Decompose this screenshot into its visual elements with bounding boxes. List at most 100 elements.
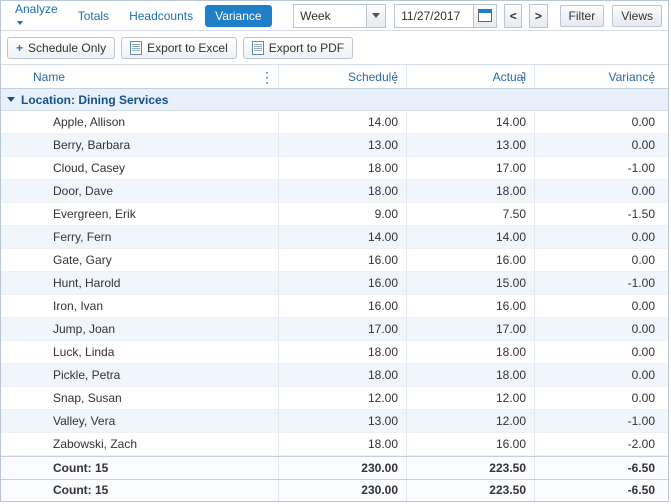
group-label: Location: Dining Services [21,93,168,107]
views-button[interactable]: Views [612,5,662,27]
calendar-button[interactable] [473,5,496,27]
column-menu-icon[interactable]: ⋮ [645,70,659,84]
totals-count: Count: 15 [25,457,279,478]
table-row[interactable]: Pickle, Petra18.0018.000.00 [1,364,668,387]
cell-actual: 13.00 [407,134,535,156]
cell [1,203,25,225]
cell-name: Luck, Linda [25,341,279,363]
table-row[interactable]: Zabowski, Zach18.0016.00-2.00 [1,433,668,456]
analyze-label: Analyze [15,2,58,16]
cell-actual: 17.00 [407,318,535,340]
column-menu-icon[interactable]: ⋮ [516,70,530,84]
cell-variance: 0.00 [535,318,663,340]
tab-headcounts[interactable]: Headcounts [121,5,201,27]
cell-variance: 0.00 [535,364,663,386]
cell [1,387,25,409]
table-row[interactable]: Luck, Linda18.0018.000.00 [1,341,668,364]
cell [1,249,25,271]
date-picker[interactable]: 11/27/2017 [394,4,497,28]
tab-totals[interactable]: Totals [70,5,117,27]
cell-variance: -1.00 [535,272,663,294]
action-toolbar: + Schedule Only Export to Excel Export t… [1,31,668,65]
cell-schedule: 16.00 [279,249,407,271]
plus-icon: + [16,42,23,54]
chevron-down-icon [372,13,380,18]
prev-button[interactable]: < [504,4,522,28]
analyze-dropdown[interactable]: Analyze [7,0,66,34]
export-pdf-label: Export to PDF [269,41,344,55]
next-button[interactable]: > [529,4,547,28]
column-menu-icon[interactable]: ⋮ [260,70,274,84]
table-row[interactable]: Door, Dave18.0018.000.00 [1,180,668,203]
table-row[interactable]: Apple, Allison14.0014.000.00 [1,111,668,134]
export-excel-button[interactable]: Export to Excel [121,37,237,59]
table-row[interactable]: Ferry, Fern14.0014.000.00 [1,226,668,249]
group-totals-row: Count: 15 230.00 223.50 -6.50 [1,456,668,478]
table-row[interactable]: Berry, Barbara13.0013.000.00 [1,134,668,157]
cell-variance: 0.00 [535,180,663,202]
cell [1,272,25,294]
chevron-left-icon: < [510,9,517,23]
table-row[interactable]: Gate, Gary16.0016.000.00 [1,249,668,272]
cell [1,226,25,248]
cell-variance: 0.00 [535,387,663,409]
schedule-only-label: Schedule Only [28,41,106,55]
filter-button[interactable]: Filter [560,5,605,27]
cell-schedule: 12.00 [279,387,407,409]
app-window: Analyze Totals Headcounts Variance Week … [0,0,669,502]
cell-name: Jump, Joan [25,318,279,340]
table-row[interactable]: Valley, Vera13.0012.00-1.00 [1,410,668,433]
table-row[interactable]: Jump, Joan17.0017.000.00 [1,318,668,341]
table-row[interactable]: Iron, Ivan16.0016.000.00 [1,295,668,318]
cell-schedule: 18.00 [279,341,407,363]
chevron-right-icon: > [535,9,542,23]
schedule-only-button[interactable]: + Schedule Only [7,37,115,59]
period-select-button[interactable] [366,5,385,27]
cell [1,410,25,432]
totals-actual: 223.50 [407,457,535,478]
main-toolbar: Analyze Totals Headcounts Variance Week … [1,1,668,31]
document-icon [130,41,142,55]
col-header-variance[interactable]: Variance ⋮ [535,65,663,88]
col-header-actual[interactable]: Actual ⋮ [407,65,535,88]
calendar-icon [478,9,492,22]
group-header[interactable]: Location: Dining Services [1,89,668,111]
cell-name: Cloud, Casey [25,157,279,179]
cell-actual: 14.00 [407,111,535,133]
cell-schedule: 18.00 [279,180,407,202]
collapse-icon[interactable] [7,97,15,102]
cell-actual: 14.00 [407,226,535,248]
cell [1,295,25,317]
col-header-name[interactable]: Name ⋮ [25,65,279,88]
cell-schedule: 13.00 [279,410,407,432]
cell-actual: 16.00 [407,249,535,271]
cell-schedule: 9.00 [279,203,407,225]
col-header-schedule[interactable]: Schedule ⋮ [279,65,407,88]
cell-name: Zabowski, Zach [25,433,279,455]
cell [1,111,25,133]
cell-actual: 16.00 [407,433,535,455]
cell-name: Evergreen, Erik [25,203,279,225]
cell-actual: 18.00 [407,180,535,202]
table-row[interactable]: Cloud, Casey18.0017.00-1.00 [1,157,668,180]
cell [1,364,25,386]
tab-variance[interactable]: Variance [205,5,271,27]
table-row[interactable]: Snap, Susan12.0012.000.00 [1,387,668,410]
column-menu-icon[interactable]: ⋮ [388,70,402,84]
cell-name: Gate, Gary [25,249,279,271]
cell-variance: 0.00 [535,134,663,156]
cell-name: Apple, Allison [25,111,279,133]
cell-variance: 0.00 [535,226,663,248]
cell-name: Pickle, Petra [25,364,279,386]
totals-actual: 223.50 [407,480,535,501]
cell-actual: 17.00 [407,157,535,179]
table-row[interactable]: Evergreen, Erik9.007.50-1.50 [1,203,668,226]
table-row[interactable]: Hunt, Harold16.0015.00-1.00 [1,272,668,295]
export-pdf-button[interactable]: Export to PDF [243,37,353,59]
cell [1,341,25,363]
cell [1,157,25,179]
cell-schedule: 14.00 [279,111,407,133]
period-select[interactable]: Week [293,4,386,28]
chevron-down-icon [17,21,23,25]
cell-name: Hunt, Harold [25,272,279,294]
